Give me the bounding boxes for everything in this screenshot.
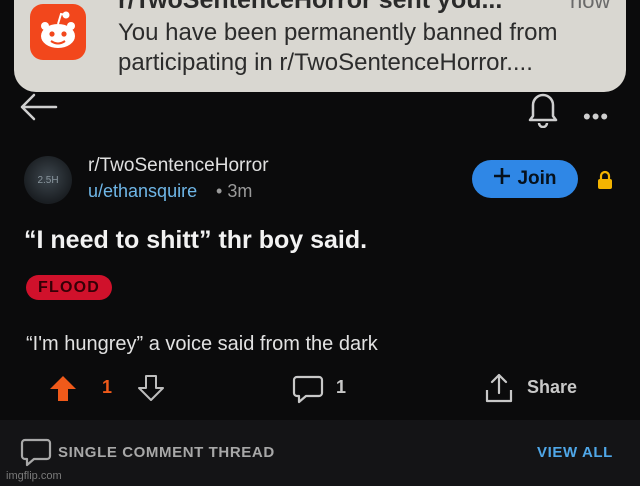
join-button[interactable]: Join [472, 160, 578, 198]
vote-count: 1 [102, 377, 113, 397]
post-title[interactable]: “I need to shitt” thr boy said. [24, 226, 367, 255]
post-flair[interactable]: FLOOD [26, 275, 112, 300]
downvote-arrow-icon[interactable] [136, 373, 166, 408]
subreddit-avatar[interactable]: 2.5H [24, 156, 72, 204]
age-value: 3m [227, 181, 253, 201]
notification-title: r/TwoSentenceHorror sent you... [118, 0, 503, 14]
reddit-logo-icon [30, 4, 86, 60]
notification-bell-icon[interactable] [526, 88, 560, 133]
plus-icon [493, 167, 511, 191]
watermark: imgflip.com [6, 470, 62, 482]
meta-separator: • [216, 181, 223, 201]
upvote-arrow-icon[interactable] [48, 373, 78, 408]
notification-banner[interactable]: r/TwoSentenceHorror sent you... now You … [14, 0, 626, 92]
lock-icon [596, 170, 614, 195]
subreddit-name[interactable]: r/TwoSentenceHorror [88, 155, 269, 177]
post-body: “I'm hungrey” a voice said from the dark [26, 333, 378, 355]
join-label: Join [517, 168, 557, 189]
single-comment-thread-label: SINGLE COMMENT THREAD [58, 444, 275, 461]
notification-body: You have been permanently banned from pa… [118, 19, 558, 76]
back-arrow-icon[interactable] [18, 92, 58, 127]
author-name[interactable]: u/ethansquire [88, 181, 197, 202]
comment-bubble-icon[interactable] [292, 374, 324, 409]
avatar-text: 2.5H [37, 174, 59, 186]
view-all-link[interactable]: VIEW ALL [537, 444, 613, 461]
comment-thread-icon [20, 437, 52, 472]
notification-time: now [570, 0, 611, 13]
share-label[interactable]: Share [527, 377, 577, 398]
post-age: • 3m [216, 181, 252, 202]
comment-count: 1 [336, 377, 347, 397]
more-options-icon[interactable]: ••• [583, 104, 609, 130]
share-icon[interactable] [484, 372, 514, 409]
